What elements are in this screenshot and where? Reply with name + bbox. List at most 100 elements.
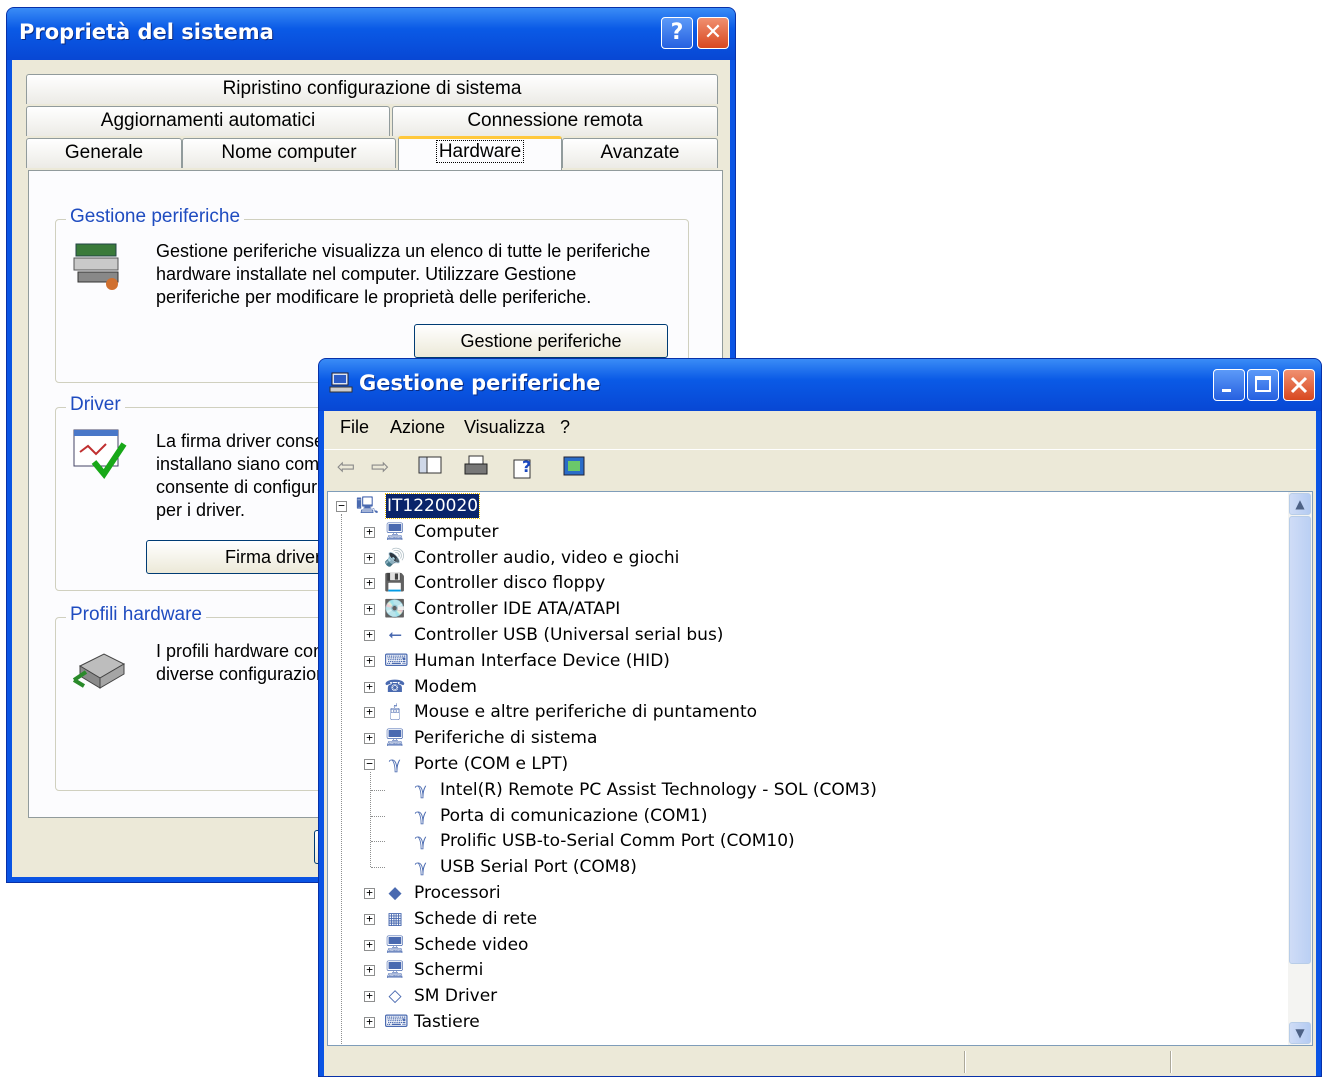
- expand-button[interactable]: +: [364, 990, 375, 1003]
- scroll-down-button[interactable]: ▼: [1289, 1022, 1311, 1044]
- expand-button[interactable]: +: [364, 552, 375, 564]
- tree-item-label: Porta di comunicazione (COM1): [440, 805, 708, 826]
- device-icon: 🖱: [389, 702, 401, 723]
- device-icon: 🔊: [384, 547, 406, 568]
- device-icon: ◇: [388, 986, 402, 1007]
- expand-button[interactable]: +: [364, 732, 375, 745]
- tree-item-label: Schede di rete: [414, 908, 538, 929]
- tree-item-label: Controller audio, video e giochi: [414, 547, 680, 568]
- properties-help-icon[interactable]: ?: [510, 454, 538, 482]
- scrollbar-thumb[interactable]: [1289, 516, 1311, 964]
- tree-connector-line: [371, 789, 385, 791]
- expand-button[interactable]: +: [364, 1016, 375, 1028]
- collapse-button[interactable]: −: [336, 500, 347, 512]
- tab-computer-name[interactable]: Nome computer: [182, 138, 396, 168]
- expand-button[interactable]: +: [364, 964, 375, 977]
- tree-item-label: Tastiere: [414, 1012, 480, 1032]
- description-line: Gestione periferiche visualizza un elenc…: [156, 241, 651, 261]
- tab-label: Nome computer: [221, 142, 357, 163]
- window-body: File Azione Visualizza ? ⇦ ⇨ ? − 🖳 IT12200…: [324, 411, 1316, 1076]
- expand-button[interactable]: +: [364, 939, 375, 951]
- expand-button[interactable]: +: [364, 913, 375, 925]
- collapse-button[interactable]: −: [364, 758, 375, 770]
- menu-action[interactable]: Azione: [390, 417, 445, 438]
- tree-item-label: Schermi: [414, 960, 484, 981]
- device-icon: ℽ: [414, 805, 428, 826]
- title-bar[interactable]: Proprietà del sistema ? ✕: [7, 8, 735, 60]
- show-hide-tree-icon[interactable]: [416, 454, 444, 482]
- expand-button[interactable]: +: [364, 681, 375, 693]
- close-button[interactable]: ✕: [697, 17, 729, 49]
- description-line: installano siano comp: [156, 454, 330, 474]
- menu-file[interactable]: File: [340, 417, 369, 438]
- tree-item-label: IT1220020: [384, 493, 481, 519]
- tree-connector-line: [371, 867, 385, 869]
- expand-button[interactable]: +: [364, 706, 375, 719]
- group-title: Profili hardware: [66, 604, 206, 626]
- driver-signing-icon: [70, 422, 130, 482]
- update-driver-icon[interactable]: [560, 454, 588, 482]
- device-manager-icon: [70, 236, 130, 296]
- tab-general[interactable]: Generale: [26, 138, 182, 168]
- back-arrow-icon[interactable]: ⇦: [332, 454, 360, 482]
- device-icon: ℽ: [388, 754, 402, 774]
- device-icon: ◆: [388, 883, 402, 903]
- tree-connector-line: [371, 841, 385, 843]
- group-title: Gestione periferiche: [66, 206, 245, 228]
- window-title: Gestione periferiche: [359, 371, 601, 395]
- device-icon: 🖥: [384, 521, 406, 542]
- tree-item-label: Controller USB (Universal serial bus): [414, 625, 724, 645]
- print-icon[interactable]: [462, 454, 490, 482]
- vertical-scrollbar[interactable]: ▲ ▼: [1288, 492, 1312, 1045]
- tree-item-label: Porte (COM e LPT): [414, 754, 569, 774]
- tab-label: Ripristino configurazione di sistema: [222, 78, 522, 99]
- tab-label: Hardware: [435, 140, 525, 163]
- description-line: I profili hardware con: [156, 641, 324, 661]
- expand-button[interactable]: +: [364, 655, 375, 667]
- device-manager-window: Gestione periferiche File Azione Visuali…: [318, 358, 1322, 1077]
- scroll-up-button[interactable]: ▲: [1289, 493, 1311, 515]
- menu-help[interactable]: ?: [560, 417, 570, 438]
- tree-item-label: SM Driver: [414, 986, 498, 1007]
- expand-button[interactable]: +: [364, 526, 375, 538]
- description-line: consente di configura: [156, 477, 328, 497]
- maximize-button[interactable]: [1247, 369, 1279, 401]
- tree-item-label: Human Interface Device (HID): [414, 650, 670, 671]
- device-tree[interactable]: − 🖳 IT1220020 + 🖥 Computer + 🔊 Controller audio,…: [327, 491, 1313, 1046]
- tree-item-label: Controller disco floppy: [414, 573, 606, 594]
- description-line: periferiche per modificare le proprietà …: [156, 287, 592, 307]
- menu-bar: File Azione Visualizza ?: [324, 411, 1316, 447]
- close-button[interactable]: [1283, 369, 1315, 401]
- tree-item-label: Intel(R) Remote PC Assist Technology - S…: [440, 779, 877, 800]
- device-icon: ⭠: [388, 625, 402, 645]
- tree-item-label: Prolific USB-to-Serial Comm Port (COM10): [440, 831, 795, 852]
- tree-item-label: Schede video: [414, 934, 529, 955]
- menu-view[interactable]: Visualizza: [464, 417, 545, 438]
- tab-advanced[interactable]: Avanzate: [562, 138, 718, 168]
- device-icon: 💽: [384, 599, 406, 620]
- expand-button[interactable]: +: [364, 603, 375, 616]
- tree-item-label: Mouse e altre periferiche di puntamento: [414, 702, 758, 723]
- description-line: per i driver.: [156, 500, 246, 520]
- tree-item-label: USB Serial Port (COM8): [440, 857, 637, 878]
- tab-automatic-updates[interactable]: Aggiornamenti automatici: [26, 106, 390, 136]
- device-icon: 🖥: [384, 728, 406, 749]
- tab-remote[interactable]: Connessione remota: [392, 106, 718, 136]
- expand-button[interactable]: +: [364, 629, 375, 641]
- expand-button[interactable]: +: [364, 887, 375, 899]
- help-button[interactable]: ?: [661, 17, 693, 49]
- device-icon: ℽ: [414, 831, 428, 852]
- tab-system-restore[interactable]: Ripristino configurazione di sistema: [26, 74, 718, 104]
- device-icon: 🖥: [384, 934, 406, 955]
- title-bar[interactable]: Gestione periferiche: [319, 359, 1321, 411]
- tab-label: Generale: [64, 142, 144, 163]
- group-title: Driver: [66, 394, 125, 416]
- tree-connector-line: [370, 772, 371, 868]
- expand-button[interactable]: +: [364, 577, 375, 590]
- status-bar: [324, 1048, 1316, 1076]
- minimize-button[interactable]: [1213, 369, 1245, 401]
- device-icon: 💾: [384, 573, 406, 594]
- device-manager-button[interactable]: Gestione periferiche: [414, 324, 668, 358]
- forward-arrow-icon[interactable]: ⇨: [366, 454, 394, 482]
- tab-hardware[interactable]: Hardware: [398, 136, 562, 170]
